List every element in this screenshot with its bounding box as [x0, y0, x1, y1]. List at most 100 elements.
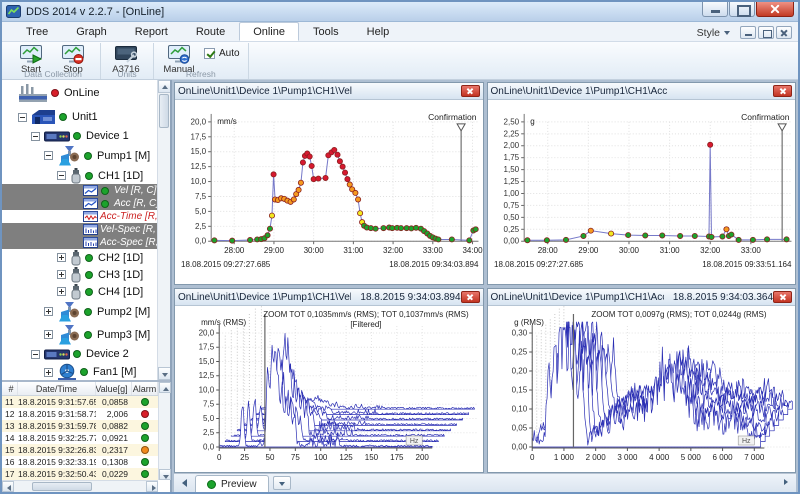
chart-canvas-vel-spec[interactable]: 0,02,55,07,510,012,515,017,520,002550751…	[175, 306, 483, 472]
scroll-up-arrow-icon[interactable]	[159, 382, 171, 393]
status-dot-red	[51, 89, 59, 97]
tree-item-acc-spec-r-c[interactable]: Acc-Spec [R, C]	[2, 236, 157, 249]
expand-icon[interactable]	[44, 307, 53, 316]
tree-item-pump3-m[interactable]: Pump3 [M]	[2, 323, 157, 346]
menu-tab-route[interactable]: Route	[182, 22, 239, 41]
panel-close-button[interactable]	[773, 85, 792, 97]
svg-text:7 000: 7 000	[744, 453, 765, 462]
tree-item-unit1[interactable]: Unit1	[2, 106, 157, 128]
window-maximize-button[interactable]	[729, 2, 755, 17]
tree-item-acc-time-r-c[interactable]: Acc-Time [R, C]	[2, 210, 157, 223]
svg-text:28:00: 28:00	[224, 246, 245, 255]
tree-item-pump1-m[interactable]: Pump1 [M]	[2, 144, 157, 167]
menu-tab-tools[interactable]: Tools	[299, 22, 353, 41]
tree-item-label: CH2 [1D]	[98, 252, 143, 264]
menu-tab-tree[interactable]: Tree	[12, 22, 62, 41]
chart-canvas-vel-trend[interactable]: 0,02,55,07,510,012,515,017,520,028:0029:…	[175, 100, 483, 284]
mdi-close-button[interactable]	[776, 26, 792, 39]
svg-text:20,0: 20,0	[199, 329, 215, 338]
tree-item-online[interactable]: OnLine	[2, 80, 157, 106]
auto-checkbox[interactable]: Auto	[204, 47, 240, 60]
svg-text:200: 200	[416, 453, 430, 462]
scroll-left-arrow-icon[interactable]	[2, 481, 14, 492]
column-header-[interactable]: #	[2, 382, 18, 395]
scrollbar-thumb[interactable]	[159, 94, 169, 128]
tab-menu-button[interactable]	[273, 476, 291, 490]
window-minimize-button[interactable]	[702, 2, 728, 17]
tab-scroll-left-icon[interactable]	[178, 476, 192, 490]
cell-value: 0,0229	[96, 469, 132, 479]
panel-close-button[interactable]	[773, 291, 792, 303]
table-row[interactable]: 1118.8.2015 9:31:57.6590,0858	[2, 396, 158, 408]
scroll-down-arrow-icon[interactable]	[159, 469, 171, 480]
table-hscrollbar[interactable]	[2, 480, 158, 492]
mdi-minimize-button[interactable]	[740, 26, 756, 39]
table-row[interactable]: 1518.8.2015 9:32:26.8310,2317	[2, 444, 158, 456]
table-row[interactable]: 1618.8.2015 9:32:33.1950,1308	[2, 456, 158, 468]
panel-close-button[interactable]	[461, 85, 480, 97]
expand-icon[interactable]	[44, 368, 53, 377]
collapse-icon[interactable]	[31, 132, 40, 141]
style-dropdown[interactable]: Style	[697, 27, 730, 39]
tree-item-acc-r-c[interactable]: Acc [R, C]	[2, 197, 157, 210]
menu-tab-graph[interactable]: Graph	[62, 22, 121, 41]
svg-text:0,00: 0,00	[503, 237, 519, 246]
table-row[interactable]: 1318.8.2015 9:31:59.7800,0882	[2, 420, 158, 432]
svg-text:15,0: 15,0	[191, 147, 207, 156]
tree-item-ch4-1d[interactable]: CH4 [1D]	[2, 283, 157, 300]
svg-text:ZOOM TOT 0,1035mm/s (RMS); TOT: ZOOM TOT 0,1035mm/s (RMS); TOT 0,1037mm/…	[263, 310, 469, 319]
mdi-restore-button[interactable]	[758, 26, 774, 39]
menu-tab-online[interactable]: Online	[239, 22, 299, 41]
chart-canvas-acc-spec[interactable]: 0,000,050,100,150,200,250,3001 0002 0003…	[488, 306, 796, 472]
svg-text:0,00: 0,00	[511, 443, 527, 452]
tree-item-fan1-m[interactable]: Fan1 [M]	[2, 362, 157, 380]
menu-tab-report[interactable]: Report	[121, 22, 182, 41]
expand-icon[interactable]	[57, 270, 66, 279]
window-close-button[interactable]	[756, 2, 794, 17]
ribbon-group-label: Data Collection	[6, 69, 100, 79]
tree-scrollbar[interactable]	[157, 80, 170, 380]
collapse-icon[interactable]	[31, 350, 40, 359]
column-header-value-g[interactable]: Value[g]	[96, 382, 132, 395]
table-row[interactable]: 1718.8.2015 9:32:50.4340,0229	[2, 468, 158, 480]
tree-item-ch1-1d[interactable]: CH1 [1D]	[2, 167, 157, 184]
menu-tab-help[interactable]: Help	[353, 22, 404, 41]
fan-icon	[57, 363, 77, 380]
tree-item-ch3-1d[interactable]: CH3 [1D]	[2, 266, 157, 283]
m-line-icon	[83, 198, 98, 209]
expand-icon[interactable]	[57, 253, 66, 262]
chevron-down-icon	[724, 31, 730, 35]
scrollbar-thumb[interactable]	[32, 482, 92, 491]
column-header-alarm[interactable]: Alarm	[132, 382, 158, 395]
checkbox-checked-icon[interactable]	[204, 48, 215, 59]
tree-item-device-2[interactable]: Device 2	[2, 346, 157, 362]
panel-close-button[interactable]	[461, 291, 480, 303]
tree-item-vel-spec-r-c[interactable]: Vel-Spec [R, C]	[2, 223, 157, 236]
tree-item-ch2-1d[interactable]: CH2 [1D]	[2, 249, 157, 266]
column-header-date-time[interactable]: Date/Time	[18, 382, 96, 395]
svg-text:12,5: 12,5	[191, 162, 207, 171]
cell-datetime: 18.8.2015 9:32:26.831	[18, 445, 96, 455]
status-dot-green	[85, 172, 93, 180]
panel-title: OnLine\Unit1\Device 1\Pump1\CH1\Acc-Spec	[491, 292, 664, 303]
scroll-right-arrow-icon[interactable]	[146, 481, 158, 492]
scroll-down-arrow-icon[interactable]	[158, 367, 170, 380]
cell-datetime: 18.8.2015 9:32:50.434	[18, 469, 96, 479]
expand-icon[interactable]	[57, 287, 66, 296]
tab-scroll-right-icon[interactable]	[782, 478, 792, 488]
scroll-up-arrow-icon[interactable]	[158, 80, 170, 93]
tree-item-vel-r-c[interactable]: Vel [R, C]	[2, 184, 157, 197]
tab-preview[interactable]: Preview	[195, 475, 269, 492]
table-vscrollbar[interactable]	[158, 382, 170, 480]
table-row[interactable]: 1418.8.2015 9:32:25.7700,0921	[2, 432, 158, 444]
tree-item-device-1[interactable]: Device 1	[2, 128, 157, 144]
svg-text:mm/s: mm/s	[217, 117, 237, 126]
collapse-icon[interactable]	[18, 113, 27, 122]
chart-canvas-acc-trend[interactable]: 0,000,250,500,751,001,251,501,752,002,25…	[488, 100, 796, 284]
table-row[interactable]: 1218.8.2015 9:31:58.7192,006	[2, 408, 158, 420]
collapse-icon[interactable]	[57, 171, 66, 180]
expand-icon[interactable]	[44, 330, 53, 339]
svg-text:0,50: 0,50	[503, 213, 519, 222]
collapse-icon[interactable]	[44, 151, 53, 160]
tree-item-pump2-m[interactable]: Pump2 [M]	[2, 300, 157, 323]
